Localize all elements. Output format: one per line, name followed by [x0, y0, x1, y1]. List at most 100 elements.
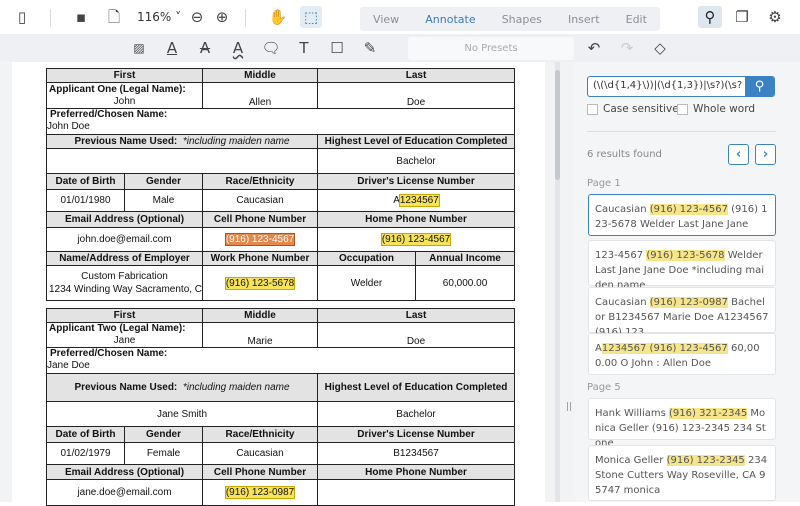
search-highlight[interactable]: (916) 123-0987 — [226, 487, 294, 498]
strikeout-icon[interactable]: A — [194, 37, 216, 59]
tab-view[interactable]: View — [373, 13, 399, 26]
mode-tabs: View Annotate Shapes Insert Edit — [360, 7, 660, 31]
previous-name — [47, 149, 318, 174]
main-toolbar: ▯ ▪ 🗋 116% ˅ ⊖ ⊕ ✋ ⬚ View Annotate Shape… — [0, 0, 800, 34]
pan-hand-icon[interactable]: ✋ — [267, 6, 289, 28]
redo-icon[interactable]: ↷ — [616, 37, 638, 59]
search-button[interactable]: ⚲ — [745, 77, 774, 96]
undo-icon[interactable]: ↶ — [583, 37, 605, 59]
income-header: Annual Income — [416, 252, 515, 266]
license-header: Driver's License Number — [318, 427, 515, 443]
result-pre: Caucasian — [595, 204, 650, 215]
previous-name: Jane Smith — [47, 402, 318, 427]
search-icon[interactable]: ⚲ — [698, 6, 722, 28]
dob-header: Date of Birth — [47, 174, 125, 190]
result-match: (916) 123-0987 — [650, 297, 728, 308]
home-header: Home Phone Number — [318, 212, 515, 228]
settings-gear-icon[interactable]: ⚙ — [764, 6, 786, 28]
race-header: Race/Ethnicity — [203, 427, 318, 443]
file-icon[interactable]: 🗋 — [103, 6, 125, 28]
license-number: B1234567 — [318, 443, 515, 465]
education: Bachelor — [318, 402, 515, 427]
squiggly-icon[interactable]: A — [227, 37, 249, 59]
work-phone-header: Work Phone Number — [203, 252, 318, 266]
search-result-item[interactable]: Monica Geller (916) 123-2345 234 Stone C… — [588, 445, 776, 501]
zoom-select[interactable]: 116% ˅ — [137, 10, 181, 24]
first-name: John — [49, 96, 200, 108]
tab-shapes[interactable]: Shapes — [502, 13, 542, 26]
search-highlight-current[interactable]: (916) 123-4567 — [226, 234, 294, 245]
resize-grip-icon[interactable]: || — [566, 402, 572, 412]
dob-header: Date of Birth — [47, 427, 125, 443]
results-count: 6 results found — [587, 149, 662, 160]
search-result-item[interactable]: A1234567 (916) 123-4567 60,000.00 O John… — [588, 333, 776, 375]
sidebar-toggle-icon[interactable]: ▯ — [11, 6, 33, 28]
gender: Male — [125, 190, 203, 212]
race: Caucasian — [203, 443, 318, 465]
search-result-item[interactable]: 123-4567 (916) 123-5678 Welder Last Jane… — [588, 240, 776, 286]
preferred-name-label: Preferred/Chosen Name: — [47, 348, 514, 360]
education: Bachelor — [318, 149, 515, 174]
search-highlight[interactable]: (916) 123-5678 — [226, 278, 294, 289]
tab-edit[interactable]: Edit — [626, 13, 647, 26]
panel-splitter[interactable] — [560, 62, 575, 502]
text-icon[interactable]: T — [293, 37, 315, 59]
legal-name-label: Applicant One (Legal Name): — [49, 84, 200, 96]
result-match: (916) 123-2345 — [667, 455, 745, 466]
gender-header: Gender — [125, 427, 203, 443]
zoom-out-icon[interactable]: ⊖ — [186, 6, 208, 28]
eraser-icon[interactable]: ◇ — [649, 37, 671, 59]
underline-icon[interactable]: A — [161, 37, 183, 59]
whole-word-checkbox[interactable]: Whole word — [677, 103, 755, 115]
email: john.doe@email.com — [47, 228, 203, 252]
result-pre: A — [595, 343, 602, 354]
annotation-toolbar: ▨ A A A 🗨 T ☐ ✎ ↶ ↷ ◇ — [0, 34, 800, 62]
search-result-item[interactable]: Caucasian (916) 123-4567 (916) 123-5678 … — [588, 194, 776, 236]
text-select-icon[interactable]: ▨ — [128, 37, 150, 59]
tab-annotate[interactable]: Annotate — [425, 13, 475, 26]
whole-word-label: Whole word — [693, 103, 755, 115]
previous-result-button[interactable]: ‹ — [728, 144, 749, 165]
comments-icon[interactable]: ❐ — [731, 6, 753, 28]
preferred-name: Jane Doe — [47, 360, 514, 372]
occupation: Welder — [318, 266, 416, 301]
search-result-item[interactable]: Caucasian (916) 123-0987 Bachelor B12345… — [588, 287, 776, 333]
tab-insert[interactable]: Insert — [568, 13, 600, 26]
next-result-button[interactable]: › — [755, 144, 776, 165]
save-icon[interactable]: ▪ — [70, 6, 92, 28]
email-header: Email Address (Optional) — [47, 212, 203, 228]
middle-header: Middle — [203, 69, 318, 83]
pen-icon[interactable]: ✎ — [359, 37, 381, 59]
race: Caucasian — [203, 190, 318, 212]
home-header: Home Phone Number — [318, 465, 515, 480]
zoom-value: 116% — [137, 10, 171, 24]
presets-dropdown[interactable]: No Presets — [408, 37, 574, 60]
search-highlight[interactable]: (916) 123-4567 — [382, 234, 450, 245]
income: 60,000.00 — [416, 266, 515, 301]
result-pre: Monica Geller — [595, 455, 667, 466]
middle-name: Marie — [203, 323, 318, 348]
case-sensitive-label: Case sensitive — [603, 103, 679, 115]
legal-name-label: Applicant Two (Legal Name): — [49, 323, 200, 335]
page-group-label: Page 5 — [587, 382, 621, 393]
previous-name-header: Previous Name Used: *including maiden na… — [47, 135, 318, 149]
search-result-item[interactable]: Hank Williams (916) 321-2345 Monica Gell… — [588, 398, 776, 440]
license-number: A1234567 — [318, 190, 515, 212]
search-input[interactable]: (\(\d{1,4}\))|(\d{1,3})|\s?)(\s?|-?|\.?)… — [587, 76, 775, 97]
email-header: Email Address (Optional) — [47, 465, 203, 480]
rectangle-icon[interactable]: ☐ — [326, 37, 348, 59]
first-header: First — [47, 309, 203, 323]
result-match: 1234567 (916) 123-4567 — [602, 343, 728, 354]
comment-icon[interactable]: 🗨 — [260, 37, 282, 59]
result-pre: Caucasian — [595, 297, 650, 308]
search-highlight[interactable]: 1234567 — [400, 195, 439, 206]
race-header: Race/Ethnicity — [203, 174, 318, 190]
select-area-icon[interactable]: ⬚ — [300, 6, 322, 28]
zoom-in-icon[interactable]: ⊕ — [211, 6, 233, 28]
license-header: Driver's License Number — [318, 174, 515, 190]
cell-header: Cell Phone Number — [203, 465, 318, 480]
result-match: (916) 123-4567 — [650, 204, 728, 215]
dob: 01/02/1979 — [47, 443, 125, 465]
case-sensitive-checkbox[interactable]: Case sensitive — [587, 103, 679, 115]
result-match: (916) 321-2345 — [669, 408, 747, 419]
